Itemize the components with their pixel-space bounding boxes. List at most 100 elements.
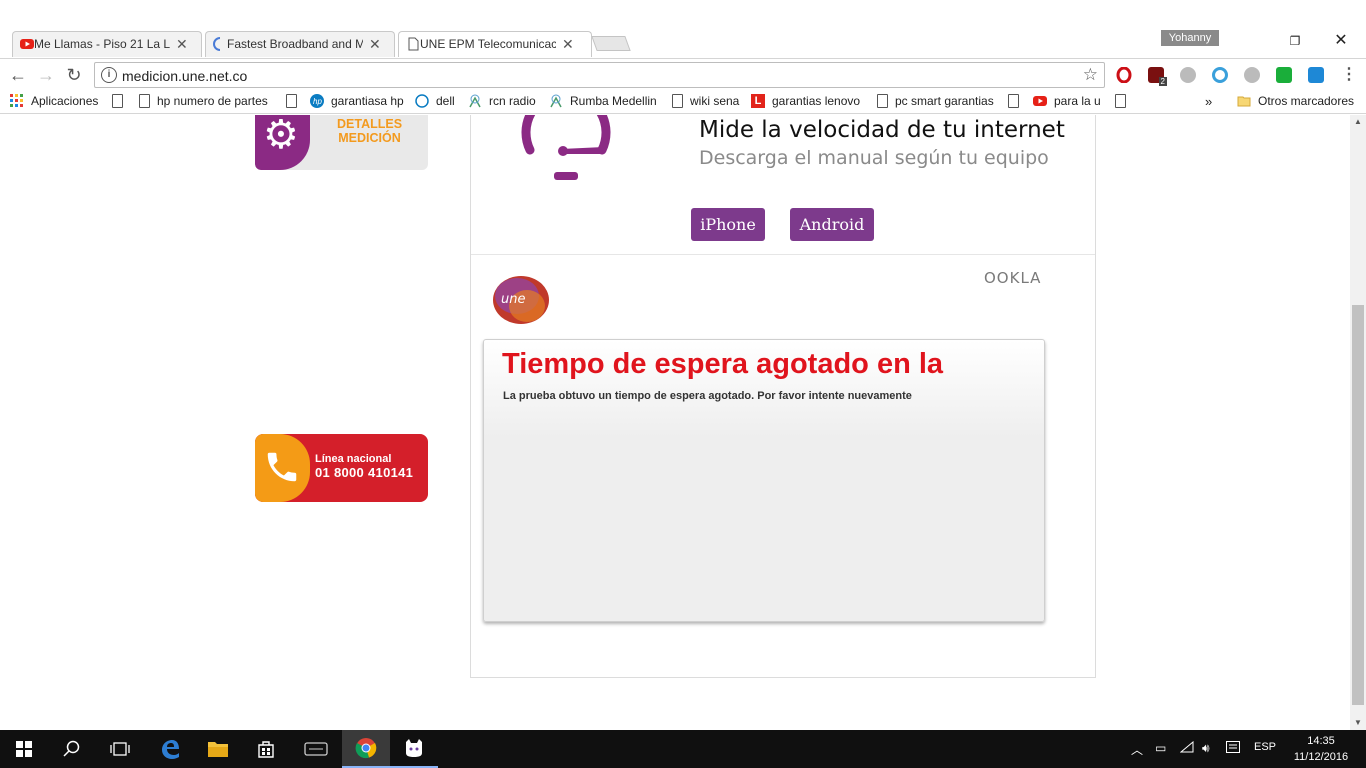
volume-icon[interactable]: 🔊︎ xyxy=(1202,741,1210,756)
detalles-line2: MEDICIÓN xyxy=(338,131,401,145)
apps-grid-icon xyxy=(10,94,23,107)
bookmark-pc-smart[interactable]: pc smart garantias xyxy=(877,94,994,108)
speedometer-icon xyxy=(521,115,611,180)
error-box: Tiempo de espera agotado en la La prueba… xyxy=(483,339,1045,622)
panel-headline: Mide la velocidad de tu internet xyxy=(699,117,1065,143)
opera-extension-icon[interactable] xyxy=(1116,66,1132,84)
hp-icon: hp xyxy=(310,94,324,108)
ublock-extension-icon[interactable]: 2 xyxy=(1148,67,1167,86)
address-bar[interactable]: i medicion.une.net.co ☆ xyxy=(94,62,1105,88)
radio-icon xyxy=(469,94,481,108)
m-extension-icon[interactable] xyxy=(1244,67,1260,83)
bookmark-hp-numero[interactable]: hp numero de partes xyxy=(139,94,268,108)
tab-youtube[interactable]: Me Llamas - Piso 21 La L ✕ xyxy=(12,31,202,57)
gear-icon: ⚙ xyxy=(263,115,299,157)
tab-speedtest[interactable]: Fastest Broadband and M ✕ xyxy=(205,31,395,57)
bookmark-item[interactable] xyxy=(1115,94,1133,108)
menu-kebab-icon[interactable]: ⋮ xyxy=(1337,63,1361,87)
clock-time: 14:35 xyxy=(1307,735,1335,747)
linea-label: Línea nacional xyxy=(315,453,392,465)
bookmark-label: pc smart garantias xyxy=(895,94,994,108)
forward-arrow-icon[interactable]: → xyxy=(34,63,58,87)
android-manual-button[interactable]: Android xyxy=(790,208,874,241)
error-title: Tiempo de espera agotado en la xyxy=(502,348,944,380)
detalles-line1: DETALLES xyxy=(337,117,403,131)
error-message: La prueba obtuvo un tiempo de espera ago… xyxy=(503,390,912,402)
cat-app-icon[interactable] xyxy=(390,730,438,768)
bookmark-label: wiki sena xyxy=(690,94,740,108)
profile-badge[interactable]: Yohanny xyxy=(1161,30,1219,46)
tab-une-active[interactable]: UNE EPM Telecomunicac ✕ xyxy=(398,31,592,57)
iphone-manual-button[interactable]: iPhone xyxy=(691,208,765,241)
page-icon xyxy=(408,37,419,51)
window-close-icon[interactable]: ✕ xyxy=(1329,30,1353,52)
search-icon[interactable] xyxy=(48,730,96,768)
edge-icon[interactable] xyxy=(146,730,194,768)
back-arrow-icon[interactable]: ← xyxy=(6,63,30,87)
une-logo: une xyxy=(493,276,549,324)
linea-nacional-banner[interactable]: Línea nacional 01 8000 410141 xyxy=(255,434,428,502)
page-viewport: ⚙ DETALLES MEDICIÓN Línea nacional 01 80… xyxy=(0,115,1350,730)
restore-icon[interactable]: ❐ xyxy=(1283,30,1307,52)
bookmark-aplicaciones[interactable]: Aplicaciones xyxy=(10,94,98,108)
bookmark-label: garantiasa hp xyxy=(331,94,404,108)
bookmark-label: garantias lenovo xyxy=(772,94,861,108)
close-icon[interactable]: ✕ xyxy=(369,36,381,53)
bookmark-rcn-radio[interactable]: rcn radio xyxy=(468,94,536,108)
bookmark-star-icon[interactable]: ☆ xyxy=(1083,65,1098,85)
chrome-icon[interactable] xyxy=(342,730,390,768)
info-icon[interactable]: i xyxy=(101,67,117,83)
loading-icon xyxy=(213,37,221,51)
youtube-icon xyxy=(1033,96,1047,106)
input-language-indicator[interactable]: ESP xyxy=(1254,741,1276,753)
detalles-medicion-button[interactable]: ⚙ DETALLES MEDICIÓN xyxy=(255,115,428,170)
bookmark-label: Otros marcadores xyxy=(1258,94,1355,108)
beta-extension-icon[interactable] xyxy=(1308,67,1324,83)
dell-icon xyxy=(415,94,429,108)
scrollbar-thumb[interactable] xyxy=(1352,305,1364,705)
chat-extension-icon[interactable] xyxy=(1276,67,1292,83)
file-explorer-icon[interactable] xyxy=(194,730,242,768)
asus-icon[interactable] xyxy=(292,730,340,768)
radio-icon xyxy=(550,94,562,108)
scroll-down-arrow-icon[interactable]: ▼ xyxy=(1350,716,1366,730)
bookmark-garantiasa-hp[interactable]: hp garantiasa hp xyxy=(310,94,404,108)
system-clock[interactable]: 14:35 11/12/2016 xyxy=(1286,733,1356,765)
bookmark-para-la-u[interactable]: para la u xyxy=(1033,94,1101,108)
sync-extension-icon[interactable] xyxy=(1212,67,1228,83)
windows-start-icon[interactable] xyxy=(0,730,48,768)
page-icon xyxy=(139,94,150,108)
page-icon xyxy=(1008,94,1019,108)
bookmark-item[interactable] xyxy=(286,94,304,108)
scroll-up-arrow-icon[interactable]: ▲ xyxy=(1350,115,1366,129)
panel-subline: Descarga el manual según tu equipo xyxy=(699,147,1049,169)
bookmark-garantias-lenovo[interactable]: L garantias lenovo xyxy=(751,94,860,108)
new-tab-button[interactable] xyxy=(591,36,631,51)
bookmark-item[interactable] xyxy=(112,94,130,108)
store-icon[interactable] xyxy=(242,730,290,768)
page-icon xyxy=(1115,94,1126,108)
close-icon[interactable]: ✕ xyxy=(562,36,574,53)
more-bookmarks-chevron-icon[interactable]: » xyxy=(1205,94,1212,109)
reload-icon[interactable]: ↻ xyxy=(62,63,86,87)
tab-title: Me Llamas - Piso 21 La L xyxy=(34,37,170,51)
task-view-icon[interactable] xyxy=(96,730,144,768)
detalles-label: DETALLES MEDICIÓN xyxy=(337,117,402,145)
close-icon[interactable]: ✕ xyxy=(176,36,188,53)
vertical-scrollbar[interactable]: ▲ ▼ xyxy=(1350,115,1366,730)
linea-number: 01 8000 410141 xyxy=(315,465,414,480)
bookmark-item[interactable] xyxy=(1008,94,1026,108)
bookmark-wiki-sena[interactable]: wiki sena xyxy=(672,94,739,108)
bookmark-rumba-medellin[interactable]: Rumba Medellin xyxy=(549,94,657,108)
bookmark-otros-marcadores[interactable]: Otros marcadores xyxy=(1237,94,1354,108)
notifications-icon[interactable] xyxy=(1226,741,1240,756)
tab-title: Fastest Broadband and M xyxy=(227,37,363,51)
skype-extension-icon[interactable] xyxy=(1180,67,1196,83)
lenovo-icon: L xyxy=(751,94,765,108)
battery-icon[interactable]: ▭ xyxy=(1155,741,1166,755)
show-hidden-icons-chevron-icon[interactable]: ︿ xyxy=(1131,741,1143,758)
wifi-icon[interactable] xyxy=(1179,740,1194,756)
bookmark-dell[interactable]: dell xyxy=(415,94,455,108)
tab-title: UNE EPM Telecomunicac xyxy=(420,37,556,51)
url-text[interactable]: medicion.une.net.co xyxy=(122,68,247,84)
